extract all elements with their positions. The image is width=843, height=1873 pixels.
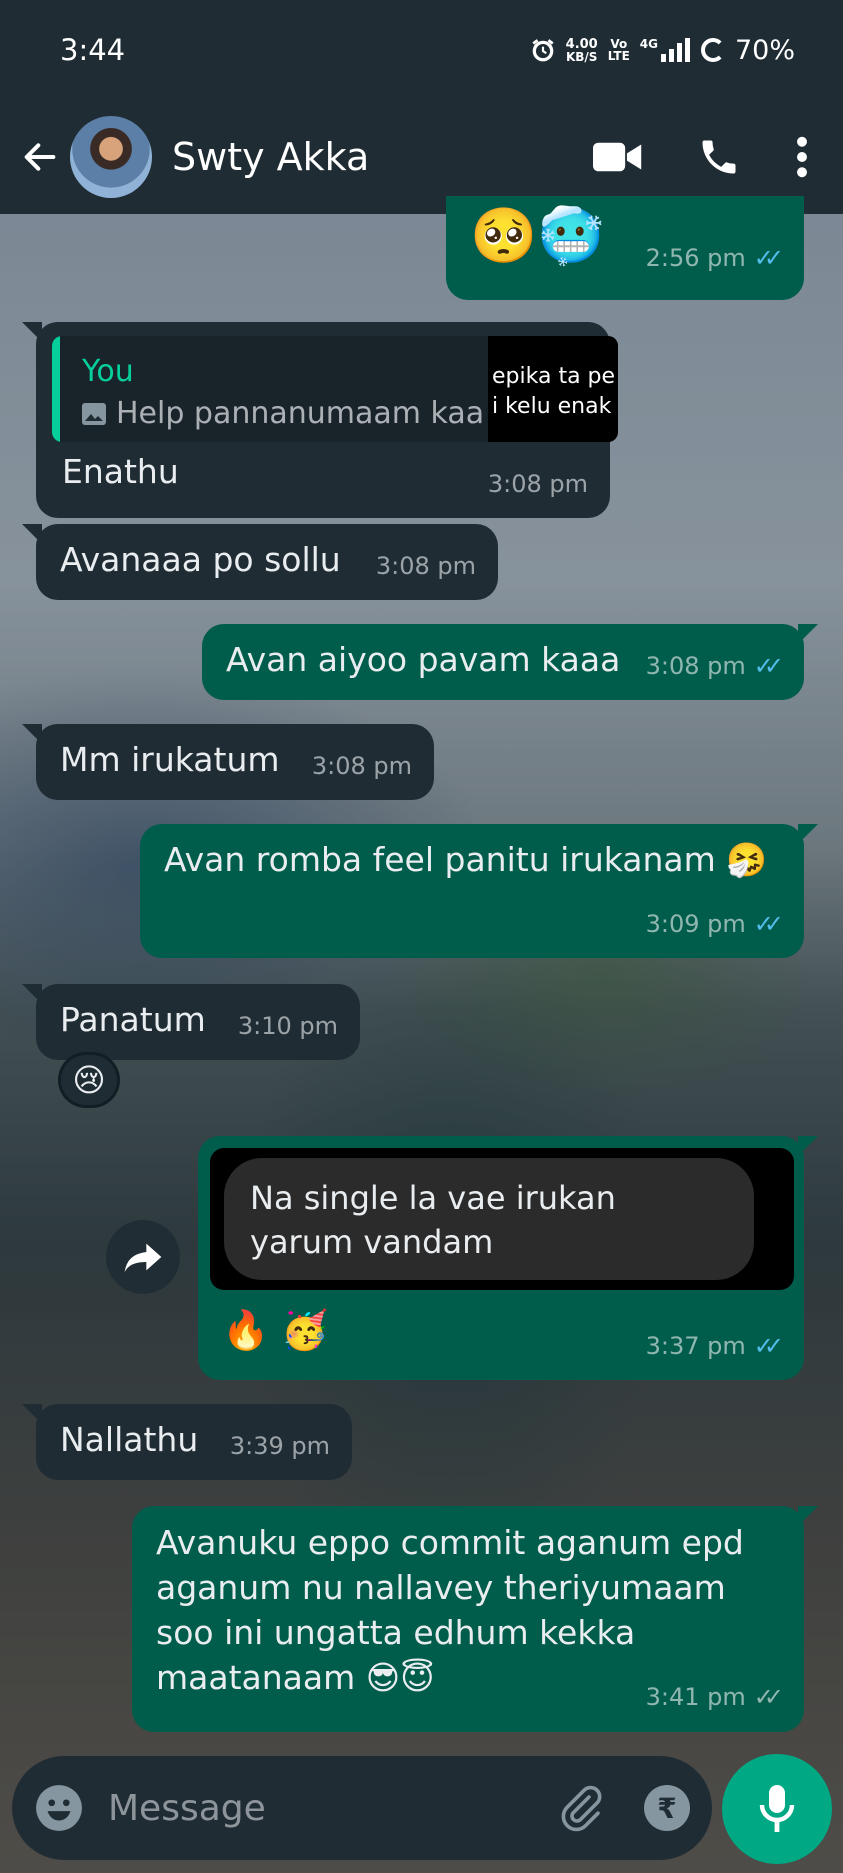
message-bubble-incoming[interactable]: Mm irukatum 3:08 pm [22, 724, 434, 800]
payment-rupee-icon[interactable]: ₹ [644, 1785, 690, 1831]
message-meta: 3:39 pm [229, 1432, 330, 1460]
status-time: 3:44 [60, 33, 126, 67]
message-text: Avan romba feel panitu irukanam 🤧 [164, 840, 768, 879]
voice-record-button[interactable] [722, 1754, 832, 1864]
phone-icon [702, 140, 736, 174]
back-button[interactable] [18, 135, 62, 179]
message-composer: ₹ [12, 1756, 773, 1860]
quote-text: Help pannanumaam kaa [82, 392, 484, 436]
image-icon [82, 403, 106, 425]
emoji-button[interactable] [34, 1783, 84, 1833]
message-meta: 3:10 pm [237, 1012, 338, 1040]
message-text: Avanuku eppo commit aganum epd aganum nu… [156, 1523, 744, 1697]
paperclip-icon [561, 1785, 602, 1832]
message-bubble-outgoing[interactable]: Avanuku eppo commit aganum epd aganum nu… [132, 1506, 818, 1732]
message-text: 🥺🥶 [470, 204, 605, 267]
reaction-emoji: 😢 [72, 1061, 106, 1099]
message-meta: 3:08 pm [311, 752, 412, 780]
message-text: Enathu [62, 452, 179, 491]
quote-thumbnail: epika ta pe i kelu enak [488, 336, 618, 442]
message-bubble-incoming[interactable]: You Help pannanumaam kaa epika ta pe i k… [22, 322, 618, 518]
header-actions [593, 135, 825, 179]
arrow-left-icon [24, 143, 56, 171]
signal-icon [660, 38, 690, 62]
forward-arrow-icon [124, 1243, 162, 1272]
message-bubble-incoming[interactable]: Panatum 3:10 pm [22, 984, 360, 1060]
message-bubble-outgoing[interactable]: Avan romba feel panitu irukanam 🤧 3:09 p… [140, 824, 818, 958]
message-text: Mm irukatum [60, 740, 280, 779]
network-type: 4G [639, 37, 658, 51]
message-bubble-incoming[interactable]: Avanaaa po sollu 3:08 pm [22, 524, 498, 600]
message-meta: 2:56 pm ✓✓ [646, 228, 784, 288]
message-meta: 3:41 pm ✓✓ [646, 1675, 784, 1720]
message-reaction[interactable]: 😢 [58, 1052, 120, 1108]
delivered-ticks-icon: ✓✓ [753, 1683, 784, 1711]
contact-name[interactable]: Swty Akka [172, 135, 369, 179]
read-ticks-icon: ✓✓ [753, 910, 784, 938]
message-bubble-outgoing[interactable]: 🥺🥶 2:56 pm ✓✓ [446, 196, 804, 300]
forward-button[interactable] [106, 1220, 180, 1294]
message-bubble-outgoing[interactable]: Na single la vae irukan yarum vandam 🔥 🥳… [198, 1136, 818, 1380]
contact-avatar[interactable] [70, 116, 152, 198]
video-camera-icon [593, 142, 642, 172]
signal-indicator: 4G [640, 38, 691, 62]
battery-level: 70% [734, 34, 795, 66]
video-call-button[interactable] [593, 139, 643, 175]
quote-author: You [82, 354, 134, 389]
message-text: Nallathu [60, 1420, 199, 1459]
kebab-menu-icon [797, 136, 807, 178]
message-text: Avanaaa po sollu [60, 540, 341, 579]
message-text: 🔥 🥳 [222, 1308, 329, 1352]
read-ticks-icon: ✓✓ [753, 1332, 784, 1360]
message-text: Avan aiyoo pavam kaaa [226, 640, 621, 679]
attach-button[interactable] [556, 1784, 604, 1832]
voice-call-button[interactable] [697, 135, 741, 179]
alarm-icon [532, 39, 554, 62]
battery-icon [700, 38, 725, 62]
message-bubble-incoming[interactable]: Nallathu 3:39 pm [22, 1404, 352, 1480]
message-meta: 3:37 pm ✓✓ [646, 1324, 784, 1368]
read-ticks-icon: ✓✓ [753, 244, 784, 272]
status-icons: 4.00 KB/S Vo LTE 4G 70% [530, 35, 795, 66]
message-meta: 3:08 pm ✓✓ [646, 644, 784, 688]
forwarded-message-preview[interactable]: Na single la vae irukan yarum vandam [210, 1148, 794, 1290]
message-input[interactable] [108, 1787, 556, 1829]
emoji-icon [36, 1785, 82, 1831]
message-text: Panatum [60, 1000, 206, 1039]
network-speed: 4.00 KB/S [565, 36, 598, 64]
message-meta: 3:08 pm [375, 552, 476, 580]
quote-accent-bar [52, 336, 60, 442]
forwarded-text: Na single la vae irukan yarum vandam [224, 1158, 754, 1280]
message-meta: 3:09 pm ✓✓ [646, 902, 784, 946]
volte-indicator: Vo LTE [607, 37, 630, 63]
read-ticks-icon: ✓✓ [753, 652, 784, 680]
message-bubble-outgoing[interactable]: Avan aiyoo pavam kaaa 3:08 pm ✓✓ [202, 624, 818, 700]
microphone-icon [759, 1785, 795, 1832]
message-meta: 3:08 pm [487, 470, 588, 498]
more-options-button[interactable] [795, 136, 809, 178]
status-bar: 3:44 4.00 KB/S Vo LTE 4G 70% [0, 0, 843, 100]
quoted-reply[interactable]: You Help pannanumaam kaa epika ta pe i k… [52, 336, 618, 442]
